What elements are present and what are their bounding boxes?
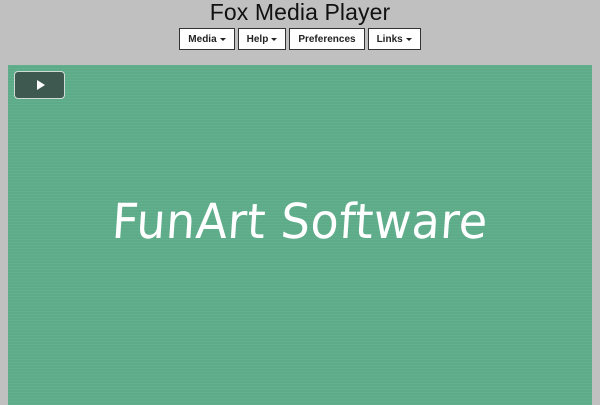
media-menu-button[interactable]: Media (179, 28, 235, 50)
help-menu-label: Help (246, 33, 269, 45)
preferences-label: Preferences (298, 33, 356, 45)
help-menu-button[interactable]: Help (237, 28, 287, 50)
caret-down-icon (405, 38, 412, 41)
caret-down-icon (271, 38, 278, 41)
video-player[interactable]: FunArt Software (8, 65, 592, 405)
links-menu-button[interactable]: Links (367, 28, 421, 50)
links-menu-label: Links (376, 33, 403, 45)
play-button[interactable] (14, 71, 65, 99)
video-frame-caption: FunArt Software (110, 192, 490, 250)
app-title: Fox Media Player (209, 0, 391, 25)
caret-down-icon (219, 38, 226, 41)
preferences-button[interactable]: Preferences (289, 28, 365, 50)
menu-bar: Media Help Preferences Links (0, 28, 600, 50)
media-menu-label: Media (188, 33, 217, 45)
play-icon (36, 80, 45, 90)
